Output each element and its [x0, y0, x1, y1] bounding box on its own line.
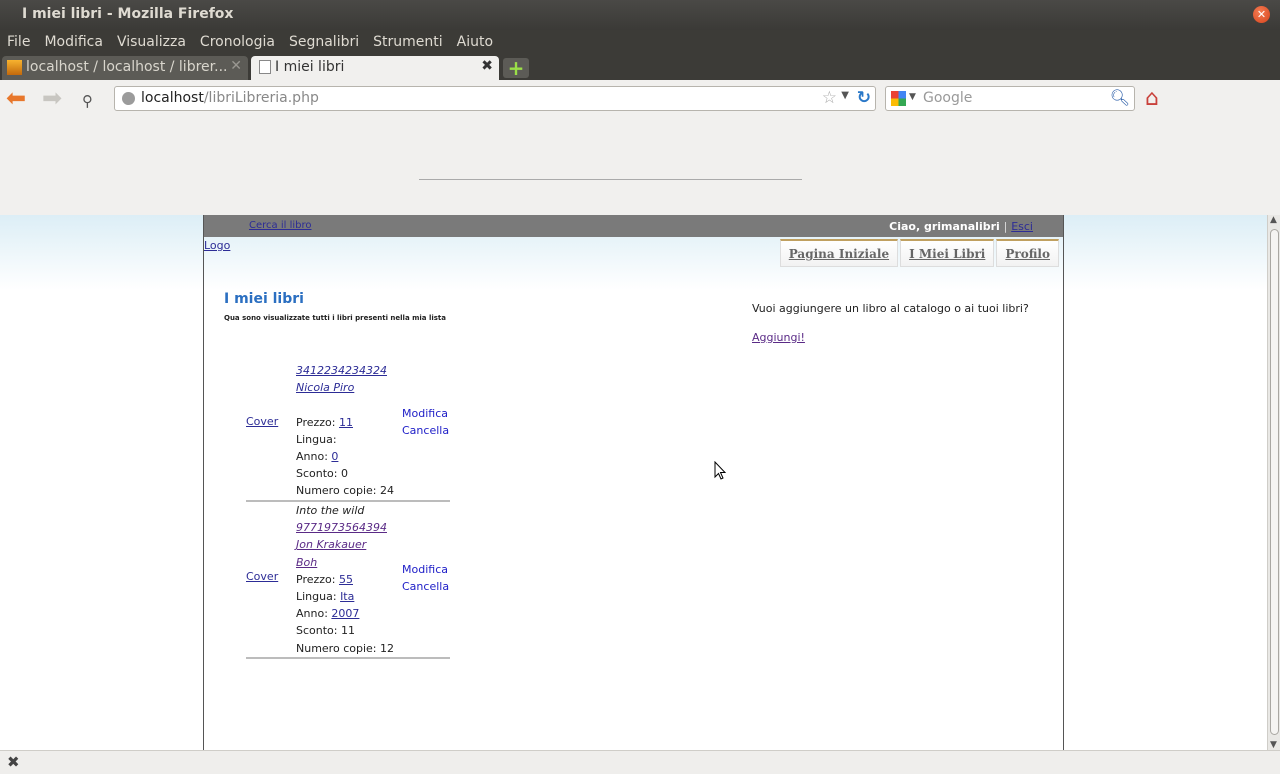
- edit-button[interactable]: Modifica: [402, 561, 449, 578]
- publisher-link[interactable]: Boh: [296, 556, 317, 569]
- year-link[interactable]: 0: [331, 450, 338, 463]
- book-info: 3412234234324 Nicola Piro Prezzo: 11 Lin…: [296, 362, 394, 500]
- book-info: Into the wild 9771973564394 Jon Krakauer…: [296, 502, 394, 657]
- bookmark-star-icon[interactable]: ☆: [822, 88, 837, 108]
- search-engine-dropdown-icon[interactable]: ▼: [909, 92, 916, 102]
- reload-icon[interactable]: ↻: [857, 88, 871, 108]
- copies-text: Numero copie: 24: [296, 484, 394, 498]
- language-link[interactable]: Ita: [340, 590, 354, 603]
- search-book-link[interactable]: Cerca il libro: [249, 220, 311, 231]
- logo-link[interactable]: Logo: [204, 239, 230, 252]
- copies-text: Numero copie: 12: [296, 641, 394, 655]
- add-book-link[interactable]: Aggiungi!: [752, 331, 805, 344]
- site-nav: Pagina Iniziale I Miei Libri Profilo: [778, 239, 1059, 267]
- nav-profile[interactable]: Profilo: [996, 239, 1059, 267]
- back-arrow-icon[interactable]: ⬅: [6, 86, 26, 110]
- new-tab-button[interactable]: +: [503, 58, 529, 78]
- logout-link[interactable]: Esci: [1011, 220, 1033, 233]
- page-subtitle: Qua sono visualizzate tutti i libri pres…: [224, 314, 447, 322]
- tab-label: I miei libri: [275, 59, 345, 75]
- vertical-scrollbar[interactable]: ▲ ▼: [1267, 215, 1280, 750]
- navigation-toolbar: ⬅ ➡ ⚲ localhost/libriLibreria.php ☆ ▼ ↻ …: [0, 80, 1280, 118]
- tab-close-icon[interactable]: ✖: [481, 58, 493, 74]
- scrollbar-thumb[interactable]: [1270, 229, 1279, 735]
- tabbar: localhost / localhost / librer... ✕ I mi…: [0, 56, 1280, 80]
- window-title: I miei libri - Mozilla Firefox: [22, 6, 234, 22]
- google-icon[interactable]: [891, 91, 906, 106]
- delete-button[interactable]: Cancella: [402, 422, 449, 439]
- search-bar[interactable]: ▼ Google 🔍︎: [885, 86, 1135, 111]
- url-text[interactable]: localhost/libriLibreria.php: [141, 90, 319, 106]
- cover-link[interactable]: Cover: [246, 570, 278, 583]
- isbn-link[interactable]: 3412234234324: [296, 364, 387, 377]
- page-viewport: Cerca il libro Ciao, grimanalibri | Esci…: [0, 215, 1267, 750]
- menu-visualizza[interactable]: Visualizza: [110, 30, 193, 56]
- book-title: Into the wild: [296, 504, 365, 517]
- delete-button[interactable]: Cancella: [402, 578, 449, 595]
- close-addon-bar-icon[interactable]: ✖: [7, 753, 20, 771]
- author-link[interactable]: Jon Krakauer: [296, 538, 366, 551]
- forward-arrow-icon[interactable]: ➡: [42, 86, 62, 110]
- page-container: Cerca il libro Ciao, grimanalibri | Esci…: [203, 215, 1064, 750]
- divider: [419, 179, 802, 180]
- url-bar[interactable]: localhost/libriLibreria.php ☆ ▼ ↻: [114, 86, 876, 111]
- url-dropdown-icon[interactable]: ▼: [841, 90, 849, 101]
- nav-home[interactable]: Pagina Iniziale: [779, 239, 899, 267]
- isbn-link[interactable]: 9771973564394: [296, 521, 387, 534]
- history-icon[interactable]: ⚲: [82, 89, 93, 113]
- menu-file[interactable]: File: [0, 30, 37, 56]
- page-favicon-icon: [259, 60, 271, 74]
- cover-link[interactable]: Cover: [246, 415, 278, 428]
- tab-i-miei-libri[interactable]: I miei libri ✖: [251, 56, 499, 80]
- site-identity-icon[interactable]: [122, 92, 135, 105]
- book-row: Cover Into the wild 9771973564394 Jon Kr…: [246, 504, 450, 659]
- menu-strumenti[interactable]: Strumenti: [366, 30, 450, 56]
- menu-modifica[interactable]: Modifica: [37, 30, 110, 56]
- add-book-prompt: Vuoi aggiungere un libro al catalogo o a…: [752, 302, 1029, 315]
- price-link[interactable]: 55: [339, 573, 353, 586]
- menu-segnalibri[interactable]: Segnalibri: [282, 30, 366, 56]
- menu-aiuto[interactable]: Aiuto: [450, 30, 500, 56]
- scroll-up-icon[interactable]: ▲: [1270, 215, 1277, 225]
- home-icon[interactable]: ⌂: [1145, 86, 1159, 111]
- window-titlebar: I miei libri - Mozilla Firefox ✕: [0, 0, 1280, 30]
- tab-label: localhost / localhost / librer...: [26, 59, 228, 75]
- book-actions: Modifica Cancella: [402, 561, 449, 595]
- edit-button[interactable]: Modifica: [402, 405, 449, 422]
- page-header-area: [0, 118, 1280, 215]
- search-icon[interactable]: 🔍︎: [1110, 88, 1130, 107]
- price-link[interactable]: 11: [339, 416, 353, 429]
- top-strip: Cerca il libro Ciao, grimanalibri | Esci: [204, 215, 1063, 237]
- user-greeting: Ciao, grimanalibri | Esci: [889, 220, 1033, 233]
- menu-cronologia[interactable]: Cronologia: [193, 30, 282, 56]
- author-link[interactable]: Nicola Piro: [296, 381, 354, 394]
- book-actions: Modifica Cancella: [402, 405, 449, 439]
- status-bar: ✖: [0, 750, 1280, 774]
- discount-text: Sconto: 0: [296, 467, 348, 481]
- tab-close-icon[interactable]: ✕: [230, 58, 242, 74]
- window-close-icon[interactable]: ✕: [1253, 6, 1270, 23]
- tab-phpmyadmin[interactable]: localhost / localhost / librer... ✕: [2, 56, 248, 80]
- discount-text: Sconto: 11: [296, 624, 355, 638]
- search-input[interactable]: Google: [923, 90, 972, 106]
- year-link[interactable]: 2007: [331, 607, 359, 620]
- phpmyadmin-favicon-icon: [7, 60, 22, 75]
- book-row: Cover 3412234234324 Nicola Piro Prezzo: …: [246, 362, 450, 502]
- scroll-down-icon[interactable]: ▼: [1270, 740, 1277, 750]
- nav-my-books[interactable]: I Miei Libri: [900, 239, 995, 267]
- menubar: File Modifica Visualizza Cronologia Segnalib…: [0, 30, 1280, 56]
- page-title: I miei libri: [224, 291, 304, 307]
